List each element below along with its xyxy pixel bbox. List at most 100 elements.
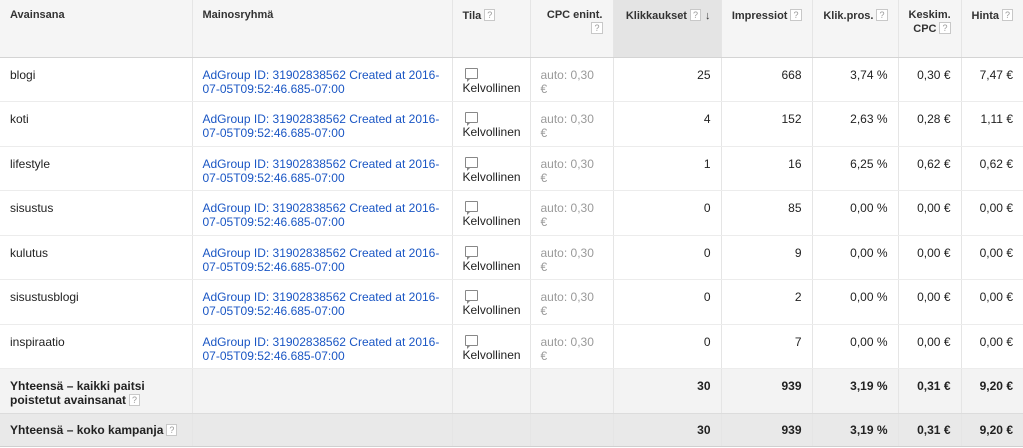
avg-cpc-cell: 0,00 € [898, 235, 962, 280]
help-icon[interactable]: ? [689, 9, 701, 21]
clicks-cell: 1 [613, 146, 722, 191]
adgroup-link[interactable]: AdGroup ID: 31902838562 Created at 2016-… [203, 335, 440, 363]
adgroup-link[interactable]: AdGroup ID: 31902838562 Created at 2016-… [203, 246, 440, 274]
col-impressions-label: Impressiot [731, 10, 788, 22]
cpc-max-cell[interactable]: auto: 0,30 € [530, 235, 614, 280]
comment-icon[interactable] [464, 156, 478, 171]
total-label-cell: Yhteensä – kaikki paitsi poistetut avain… [0, 368, 193, 414]
total-cost: 9,20 € [961, 368, 1023, 414]
cost-cell: 7,47 € [961, 57, 1023, 102]
col-keyword[interactable]: Avainsana [0, 0, 193, 58]
avg-cpc-cell: 0,00 € [898, 324, 962, 369]
col-avg-cpc-label-2: CPC [913, 23, 937, 35]
cpc-max-cell[interactable]: auto: 0,30 € [530, 324, 614, 369]
adgroup-link[interactable]: AdGroup ID: 31902838562 Created at 2016-… [203, 157, 440, 185]
col-status-label: Tila [462, 10, 482, 22]
sort-arrow-icon: ↓ [705, 10, 711, 22]
status-text: Kelvollinen [462, 303, 521, 317]
adgroup-link[interactable]: AdGroup ID: 31902838562 Created at 2016-… [203, 112, 440, 140]
col-cpc-max-label: CPC enint. [546, 9, 603, 21]
col-cpc-max[interactable]: CPC enint.? [530, 0, 614, 58]
status-cell: Kelvollinen [452, 57, 531, 102]
help-icon[interactable]: ? [790, 9, 802, 21]
empty-cell [530, 368, 614, 414]
adgroup-cell: AdGroup ID: 31902838562 Created at 2016-… [192, 57, 453, 102]
help-icon[interactable]: ? [939, 22, 951, 34]
cpc-max-cell[interactable]: auto: 0,30 € [530, 190, 614, 236]
comment-icon[interactable] [464, 334, 478, 349]
comment-icon[interactable] [464, 245, 478, 260]
header-row: Avainsana Mainosryhmä Tila? CPC enint.? … [0, 0, 1023, 58]
empty-cell [192, 368, 453, 414]
col-clicks[interactable]: Klikkaukset? ↓ [613, 0, 722, 58]
cost-cell: 0,00 € [961, 190, 1023, 236]
help-icon[interactable]: ? [591, 22, 603, 34]
empty-cell [452, 368, 531, 414]
cost-cell: 0,00 € [961, 279, 1023, 325]
adgroup-link[interactable]: AdGroup ID: 31902838562 Created at 2016-… [203, 68, 440, 96]
adgroup-cell: AdGroup ID: 31902838562 Created at 2016-… [192, 101, 453, 147]
adgroup-link[interactable]: AdGroup ID: 31902838562 Created at 2016-… [203, 201, 440, 229]
cpc-max-cell[interactable]: auto: 0,30 € [530, 279, 614, 325]
col-impressions[interactable]: Impressiot? [721, 0, 813, 58]
keyword-cell: kulutus [0, 235, 193, 280]
clicks-cell: 0 [613, 235, 722, 280]
keyword-table: Avainsana Mainosryhmä Tila? CPC enint.? … [0, 0, 1023, 447]
total-cost: 9,20 € [961, 413, 1023, 447]
total-ctr: 3,19 % [812, 368, 899, 414]
help-icon[interactable]: ? [129, 394, 141, 406]
col-avg-cpc[interactable]: Keskim. CPC? [898, 0, 962, 58]
help-icon[interactable]: ? [484, 9, 496, 21]
col-cost-label: Hinta [971, 10, 1000, 22]
ctr-cell: 0,00 % [812, 235, 899, 280]
adgroup-cell: AdGroup ID: 31902838562 Created at 2016-… [192, 146, 453, 191]
status-text: Kelvollinen [462, 347, 521, 362]
total-label: Yhteensä – koko kampanja [10, 423, 164, 437]
status-text: Kelvollinen [462, 214, 521, 228]
impressions-cell: 7 [721, 324, 813, 369]
empty-cell [192, 413, 453, 447]
status-cell: Kelvollinen [452, 279, 531, 325]
table-row: koti AdGroup ID: 31902838562 Created at 2… [0, 101, 1023, 147]
clicks-cell: 0 [613, 279, 722, 325]
avg-cpc-cell: 0,00 € [898, 190, 962, 236]
comment-icon[interactable] [464, 67, 478, 82]
total-impressions: 939 [721, 413, 813, 447]
ctr-cell: 0,00 % [812, 324, 899, 369]
comment-icon[interactable] [464, 201, 478, 215]
status-cell: Kelvollinen [452, 101, 531, 147]
col-ctr[interactable]: Klik.pros.? [812, 0, 899, 58]
col-status[interactable]: Tila? [452, 0, 531, 58]
empty-cell [452, 413, 531, 447]
ctr-cell: 2,63 % [812, 101, 899, 147]
adgroup-cell: AdGroup ID: 31902838562 Created at 2016-… [192, 190, 453, 236]
comment-icon[interactable] [464, 112, 478, 126]
status-text: Kelvollinen [462, 80, 521, 95]
cpc-max-cell[interactable]: auto: 0,30 € [530, 101, 614, 147]
help-icon[interactable]: ? [1002, 9, 1014, 21]
help-icon[interactable]: ? [166, 424, 178, 436]
cost-cell: 1,11 € [961, 101, 1023, 147]
cpc-max-cell[interactable]: auto: 0,30 € [530, 146, 614, 191]
cost-cell: 0,62 € [961, 146, 1023, 191]
table-row: kulutus AdGroup ID: 31902838562 Created a… [0, 235, 1023, 280]
status-cell: Kelvollinen [452, 190, 531, 236]
status-text: Kelvollinen [462, 169, 521, 184]
col-adgroup[interactable]: Mainosryhmä [192, 0, 453, 58]
clicks-cell: 25 [613, 57, 722, 102]
clicks-cell: 0 [613, 190, 722, 236]
help-icon[interactable]: ? [876, 9, 888, 21]
cpc-max-cell[interactable]: auto: 0,30 € [530, 57, 614, 102]
keyword-cell: koti [0, 101, 193, 147]
adgroup-cell: AdGroup ID: 31902838562 Created at 2016-… [192, 235, 453, 280]
col-cost[interactable]: Hinta? [961, 0, 1023, 58]
adgroup-cell: AdGroup ID: 31902838562 Created at 2016-… [192, 324, 453, 369]
adgroup-link[interactable]: AdGroup ID: 31902838562 Created at 2016-… [203, 290, 440, 318]
ctr-cell: 0,00 % [812, 190, 899, 236]
total-row: Yhteensä – koko kampanja? 30 939 3,19 % 0,31… [0, 413, 1023, 447]
adgroup-cell: AdGroup ID: 31902838562 Created at 2016-… [192, 279, 453, 325]
total-avg-cpc: 0,31 € [898, 413, 962, 447]
col-ctr-label: Klik.pros. [823, 10, 874, 22]
ctr-cell: 3,74 % [812, 57, 899, 102]
comment-icon[interactable] [464, 290, 478, 304]
